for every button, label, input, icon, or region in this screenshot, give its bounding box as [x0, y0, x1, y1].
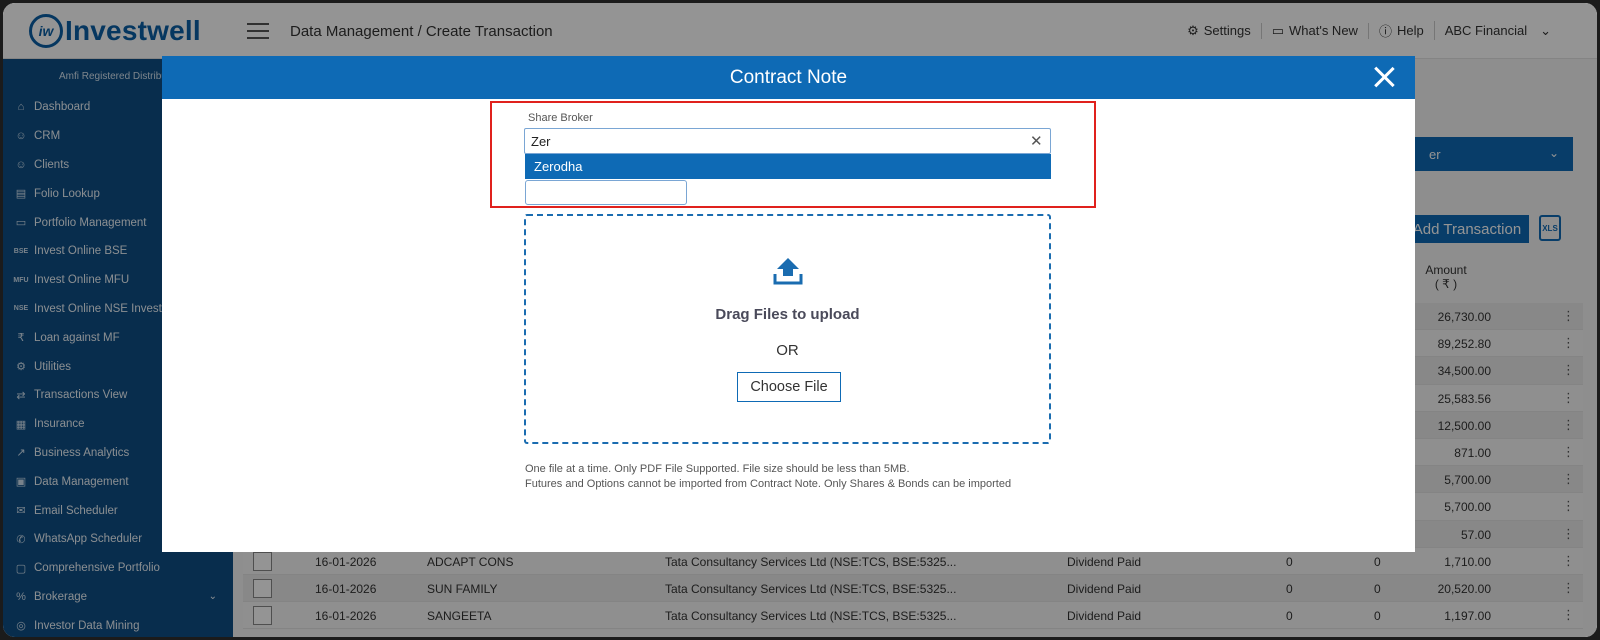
drag-files-text: Drag Files to upload: [715, 306, 860, 323]
app-window: iw Investwell Data Management / Create T…: [3, 3, 1597, 637]
or-text: OR: [776, 342, 799, 359]
share-broker-label: Share Broker: [528, 112, 593, 124]
modal-header: Contract Note: [162, 56, 1415, 99]
contract-note-modal: Contract Note Share Broker ✕ Zerodha Dra…: [162, 56, 1415, 552]
close-icon[interactable]: [1373, 66, 1395, 88]
clear-icon[interactable]: ✕: [1030, 132, 1043, 150]
upload-notes: One file at a time. Only PDF File Suppor…: [525, 462, 1011, 492]
file-dropzone[interactable]: Drag Files to upload OR Choose File: [524, 214, 1051, 444]
modal-title: Contract Note: [729, 67, 848, 88]
upload-icon: [773, 258, 803, 285]
upload-note-1: One file at a time. Only PDF File Suppor…: [525, 463, 910, 475]
broker-option-zerodha[interactable]: Zerodha: [525, 154, 1051, 179]
share-broker-input[interactable]: [524, 128, 1051, 154]
upload-note-2: Futures and Options cannot be imported f…: [525, 478, 1012, 490]
secondary-input[interactable]: [525, 180, 687, 205]
choose-file-button[interactable]: Choose File: [737, 372, 841, 402]
